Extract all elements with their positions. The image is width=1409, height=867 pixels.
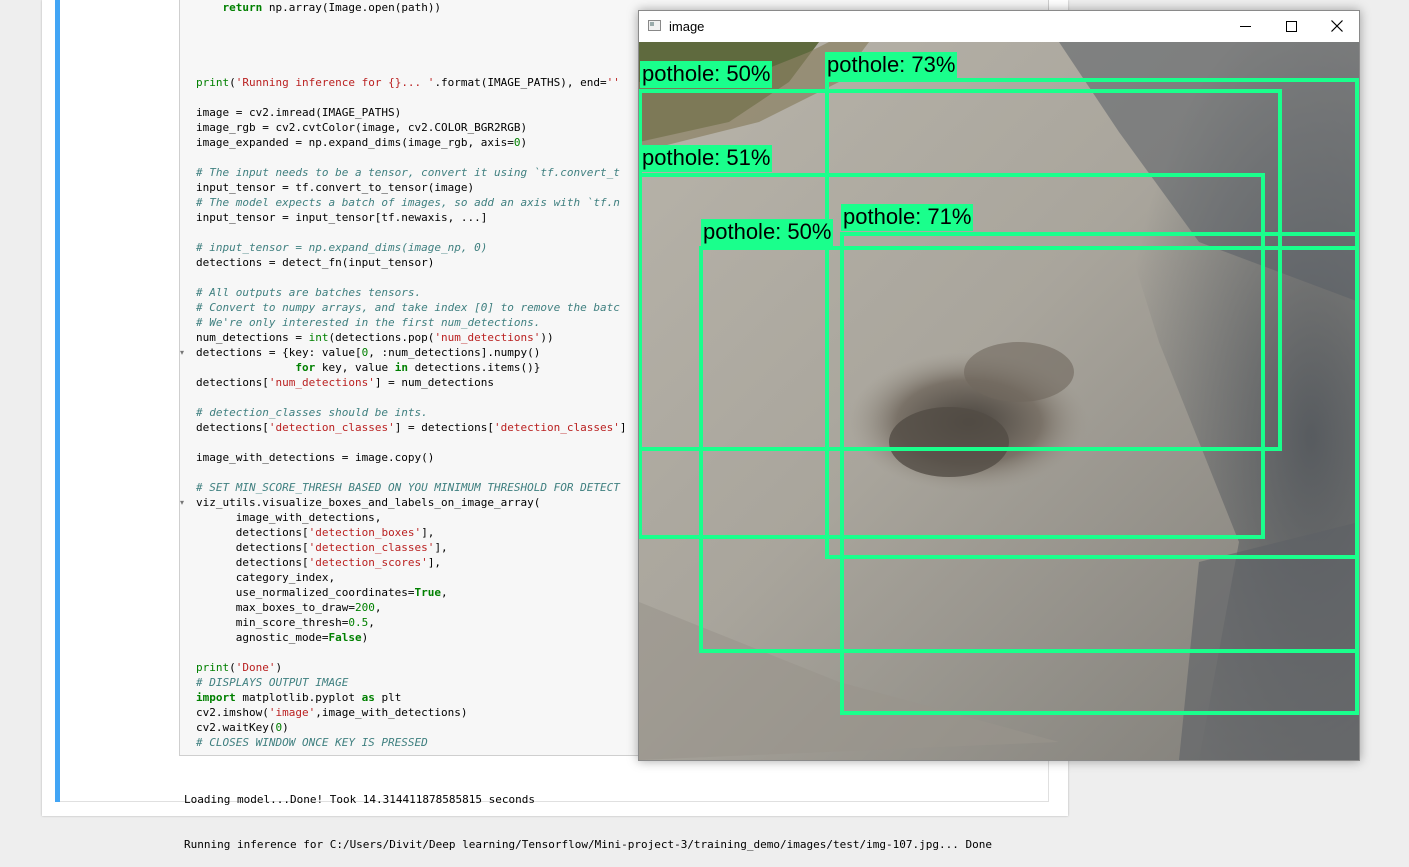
code-line: # We're only interested in the first num… [196, 316, 541, 329]
code-line: image = cv2.imread(IMAGE_PATHS) [196, 106, 402, 119]
output-line-1: Loading model...Done! Took 14.3144118785… [184, 793, 535, 806]
minimize-button[interactable] [1222, 11, 1268, 41]
code-line: input_tensor = tf.convert_to_tensor(imag… [196, 181, 475, 194]
code-line: import matplotlib.pyplot as plt [196, 691, 402, 704]
minimize-icon [1239, 25, 1251, 27]
code-line: viz_utils.visualize_boxes_and_labels_on_… [196, 496, 541, 509]
code-line: use_normalized_coordinates=True, [196, 586, 448, 599]
maximize-icon [1285, 20, 1297, 32]
code-line: # detection_classes should be ints. [196, 406, 428, 419]
code-line: image_rgb = cv2.cvtColor(image, cv2.COLO… [196, 121, 528, 134]
code-line: # input_tensor = np.expand_dims(image_np… [196, 241, 488, 254]
code-line: print('Done') [196, 661, 283, 674]
code-line: # SET MIN_SCORE_THRESH BASED ON YOU MINI… [196, 481, 620, 494]
close-button[interactable] [1314, 11, 1360, 41]
image-window[interactable]: image pothole: 50% pothole: 73% pothole:… [638, 10, 1360, 761]
cell-output: Loading model...Done! Took 14.3144118785… [184, 762, 992, 867]
code-line: # CLOSES WINDOW ONCE KEY IS PRESSED [196, 736, 428, 749]
detection-label-1: pothole: 50% [640, 61, 773, 88]
detection-label-3: pothole: 51% [640, 145, 773, 172]
code-line: print('Running inference for {}... '.for… [196, 76, 620, 89]
code-line: min_score_thresh=0.5, [196, 616, 375, 629]
code-line: # All outputs are batches tensors. [196, 286, 422, 299]
detection-label-2: pothole: 73% [825, 52, 958, 79]
window-title: image [669, 19, 705, 34]
code-line: return np.array(Image.open(path)) [222, 1, 442, 14]
code-line: num_detections = int(detections.pop('num… [196, 331, 554, 344]
code-line: detections = {key: value[0, :num_detecti… [196, 346, 541, 359]
code-line: # The model expects a batch of images, s… [196, 196, 620, 209]
fold-toggle-icon[interactable]: ▾ [180, 348, 184, 357]
detection-image: pothole: 50% pothole: 73% pothole: 51% p… [639, 42, 1359, 760]
fold-toggle-icon[interactable]: ▾ [180, 498, 184, 507]
window-titlebar[interactable]: image [639, 11, 1359, 42]
close-icon [1331, 20, 1343, 32]
code-line: image_with_detections, [196, 511, 382, 524]
code-line: cv2.waitKey(0) [196, 721, 289, 734]
code-line: detections['detection_classes'], [196, 541, 448, 554]
code-line: # The input needs to be a tensor, conver… [196, 166, 620, 179]
code-line: for key, value in detections.items()} [295, 361, 541, 374]
code-line: category_index, [196, 571, 336, 584]
code-line: detections['num_detections'] = num_detec… [196, 376, 495, 389]
code-line: detections['detection_scores'], [196, 556, 442, 569]
code-line: image_expanded = np.expand_dims(image_rg… [196, 136, 528, 149]
code-line: # DISPLAYS OUTPUT IMAGE [196, 676, 349, 689]
code-line: image_with_detections = image.copy() [196, 451, 435, 464]
code-line: cv2.imshow('image',image_with_detections… [196, 706, 468, 719]
maximize-button[interactable] [1268, 11, 1314, 41]
window-app-icon [648, 20, 661, 31]
code-line: # Convert to numpy arrays, and take inde… [196, 301, 620, 314]
code-line: max_boxes_to_draw=200, [196, 601, 382, 614]
detection-label-4: pothole: 50% [701, 219, 834, 246]
detection-box-2 [825, 78, 1359, 559]
code-line: detections['detection_boxes'], [196, 526, 435, 539]
code-line: detections['detection_classes'] = detect… [196, 421, 627, 434]
code-line: detections = detect_fn(input_tensor) [196, 256, 435, 269]
code-line: agnostic_mode=False) [196, 631, 369, 644]
code-editor[interactable]: return np.array(Image.open(path)) print(… [196, 0, 627, 750]
detection-label-5: pothole: 71% [841, 204, 974, 231]
code-line: input_tensor = input_tensor[tf.newaxis, … [196, 211, 488, 224]
